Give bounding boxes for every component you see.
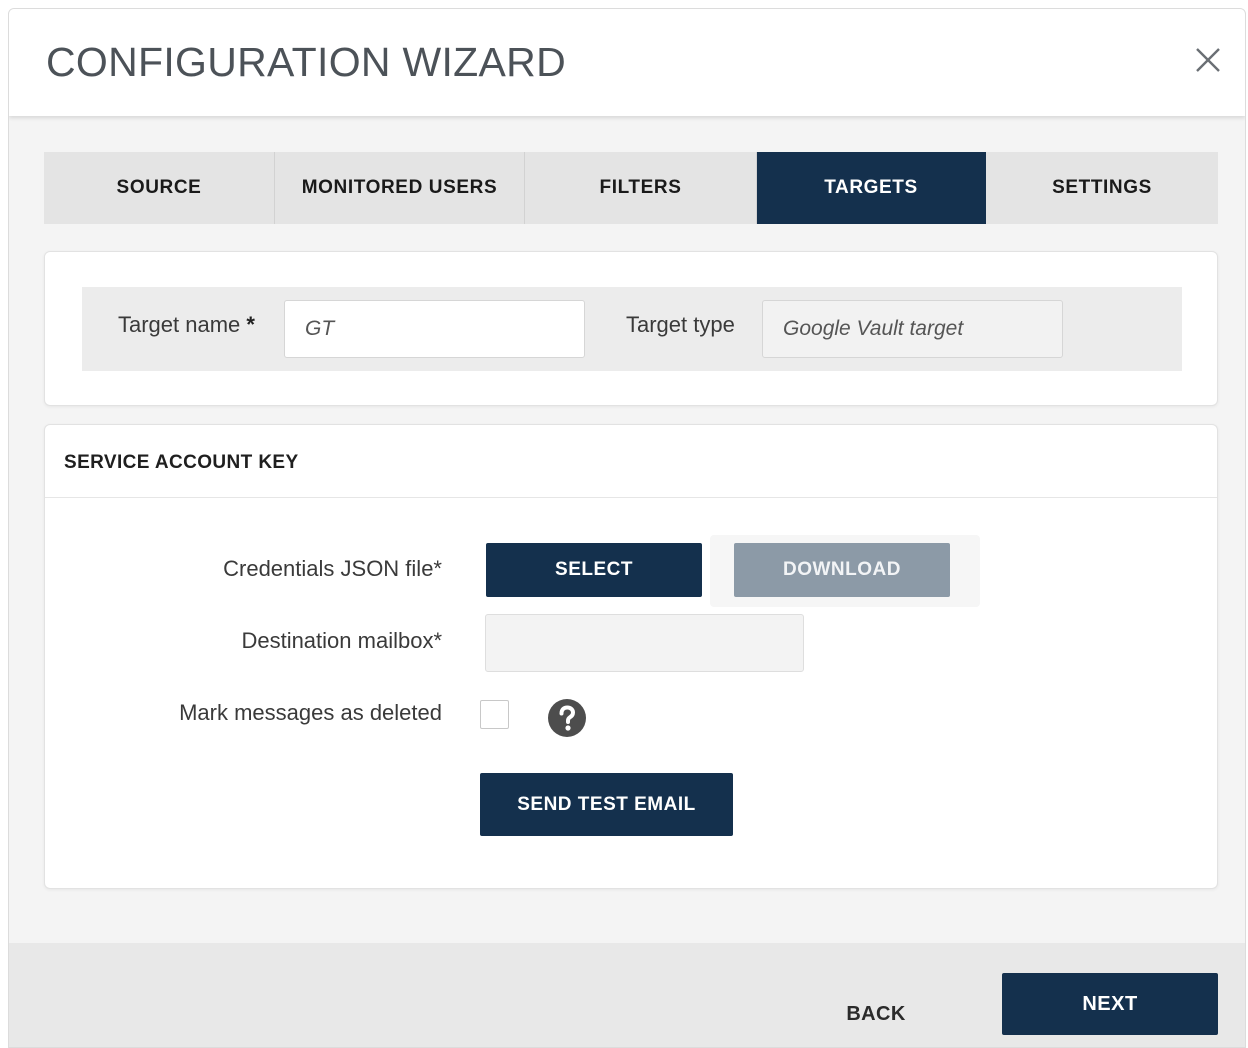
download-button[interactable]: DOWNLOAD: [734, 543, 950, 597]
tab-source[interactable]: SOURCE: [44, 152, 275, 224]
tab-settings[interactable]: SETTINGS: [986, 152, 1218, 224]
destination-mailbox-input[interactable]: [485, 614, 804, 672]
close-button[interactable]: [1193, 45, 1223, 75]
mark-deleted-checkbox[interactable]: [480, 700, 509, 729]
target-name-label-text: Target name: [118, 312, 241, 337]
tab-monitored-users[interactable]: MONITORED USERS: [275, 152, 525, 224]
help-icon: [548, 699, 586, 737]
service-account-key-card: SERVICE ACCOUNT KEY Credentials JSON fil…: [44, 424, 1218, 889]
target-name-row: Target name * GT Target type Google Vaul…: [82, 287, 1182, 371]
target-name-input[interactable]: GT: [284, 300, 585, 358]
tab-filters[interactable]: FILTERS: [525, 152, 757, 224]
send-test-email-button[interactable]: SEND TEST EMAIL: [480, 773, 733, 836]
target-info-card: Target name * GT Target type Google Vaul…: [44, 251, 1218, 406]
help-button[interactable]: [547, 698, 587, 738]
tab-targets[interactable]: TARGETS: [757, 152, 986, 224]
dialog-header: CONFIGURATION WIZARD: [9, 9, 1245, 116]
destination-mailbox-label: Destination mailbox*: [241, 628, 442, 653]
dialog-title: CONFIGURATION WIZARD: [46, 39, 566, 85]
configuration-wizard-dialog: CONFIGURATION WIZARD SOURCE MONITORED US…: [8, 8, 1246, 1048]
next-button[interactable]: NEXT: [1002, 973, 1218, 1035]
section-divider: [45, 497, 1217, 498]
required-asterisk: *: [246, 312, 255, 337]
select-file-button[interactable]: SELECT: [486, 543, 702, 597]
target-type-label: Target type: [626, 312, 735, 337]
close-icon: [1196, 48, 1220, 72]
credentials-json-label: Credentials JSON file*: [223, 556, 442, 581]
target-type-field: Google Vault target: [762, 300, 1063, 358]
target-name-label: Target name *: [118, 312, 255, 338]
wizard-tabs: SOURCE MONITORED USERS FILTERS TARGETS S…: [44, 152, 1218, 224]
back-button[interactable]: BACK: [831, 994, 921, 1034]
mark-deleted-label: Mark messages as deleted: [179, 700, 442, 725]
section-title: SERVICE ACCOUNT KEY: [64, 452, 299, 473]
